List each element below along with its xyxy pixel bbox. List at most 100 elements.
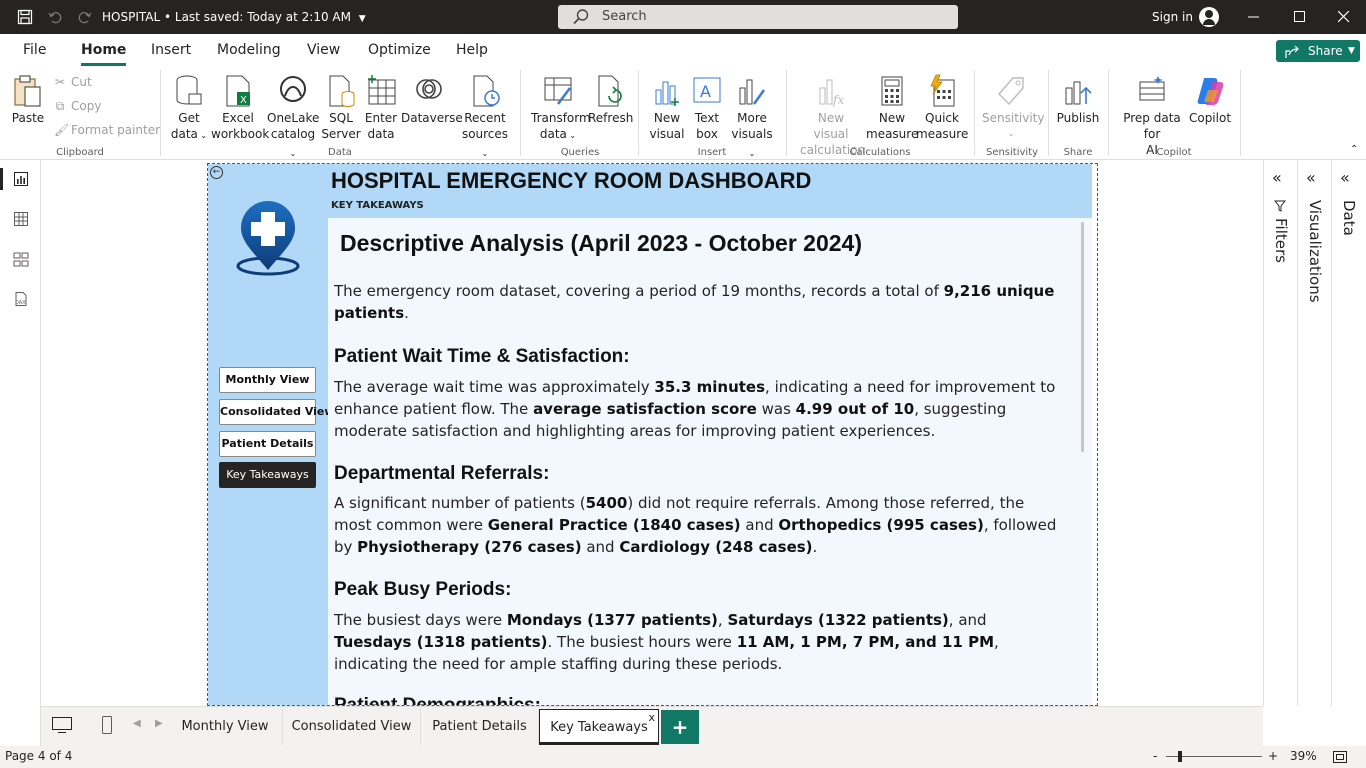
report-subtitle: KEY TAKEAWAYS	[331, 200, 424, 211]
table-view-icon[interactable]	[0, 202, 41, 236]
quick-measure-button[interactable]: Quick measure	[916, 74, 968, 142]
filters-pane[interactable]: « Filters	[1263, 160, 1297, 706]
copilot-label: Copilot	[1188, 111, 1232, 125]
report-view-icon[interactable]	[0, 162, 41, 196]
new-measure-button[interactable]: New measure	[866, 74, 918, 142]
visualizations-pane[interactable]: « Visualizations	[1297, 160, 1331, 706]
close-tab-icon[interactable]: x	[648, 700, 655, 736]
copilot-button[interactable]: Copilot	[1188, 74, 1232, 126]
zoom-in-icon[interactable]: +	[1268, 749, 1278, 763]
status-bar: Page 4 of 4 - + 39%	[0, 746, 1366, 768]
excel-workbook-button[interactable]: X Excel workbook	[211, 74, 269, 142]
tab-help[interactable]: Help	[456, 34, 488, 66]
group-share: Share	[1063, 147, 1093, 158]
recent-label: Recent	[464, 111, 506, 125]
page-tab-monthly-view[interactable]: Monthly View	[168, 709, 283, 745]
chevron-down-icon: ⌄	[566, 131, 577, 140]
tab-view[interactable]: View	[307, 34, 340, 66]
report-header: HOSPITAL EMERGENCY ROOM DASHBOARD KEY TA…	[328, 164, 1092, 218]
copilot-icon	[1194, 74, 1226, 108]
expand-chevron-icon[interactable]: «	[1306, 168, 1316, 187]
s1-bold-b: 35.3 minutes	[654, 378, 766, 396]
recent-sources-button[interactable]: Recent sources ⌄	[458, 74, 512, 162]
file-title[interactable]: HOSPITAL • Last saved: Today at 2:10 AM …	[102, 0, 366, 34]
get-data-button[interactable]: Get data ⌄	[167, 74, 211, 144]
textbox-scrollbar[interactable]	[1081, 222, 1084, 452]
maximize-icon[interactable]	[1277, 0, 1323, 34]
paintbrush-icon: 🖌	[54, 123, 70, 137]
data-pane[interactable]: « Data	[1331, 160, 1366, 706]
text-box-button[interactable]: A Text box	[689, 74, 725, 142]
paste-button[interactable]: Paste	[10, 74, 46, 126]
mobile-layout-icon[interactable]	[101, 715, 113, 738]
expand-chevron-icon[interactable]: «	[1272, 168, 1282, 187]
search-input[interactable]: Search	[558, 5, 958, 29]
key-takeaways-textbox[interactable]: Descriptive Analysis (April 2023 - Octob…	[328, 218, 1092, 705]
s3-text-e: , and	[948, 611, 987, 629]
avatar-icon[interactable]	[1199, 7, 1219, 27]
share-icon	[1285, 44, 1301, 66]
transform-data-button[interactable]: Transform data ⌄	[531, 74, 591, 144]
tab-optimize[interactable]: Optimize	[368, 34, 431, 66]
publish-button[interactable]: Publish	[1056, 74, 1100, 126]
sql-server-button[interactable]: SQL Server	[320, 74, 362, 142]
group-calculations: Calculations	[849, 147, 911, 158]
page-tab-consolidated-view[interactable]: Consolidated View	[283, 709, 421, 745]
close-icon[interactable]	[1321, 0, 1366, 34]
refresh-icon	[594, 74, 626, 108]
dataverse-icon	[413, 74, 445, 108]
refresh-label: Refresh	[588, 111, 634, 125]
dataverse-button[interactable]: Dataverse	[401, 74, 463, 126]
undo-icon[interactable]	[44, 0, 66, 34]
nav-monthly-view-button[interactable]: Monthly View	[219, 367, 316, 393]
save-icon[interactable]	[14, 0, 36, 34]
new-measure-label: New	[878, 111, 906, 125]
hospital-location-icon	[235, 200, 301, 279]
format-painter-button[interactable]: 🖌 Format painter	[54, 122, 160, 138]
sql-label-2: Server	[321, 127, 361, 141]
tab-modeling[interactable]: Modeling	[217, 34, 281, 66]
back-arrow-icon[interactable]: ←	[210, 166, 223, 179]
group-data: Data	[328, 147, 352, 158]
sql-server-icon	[325, 74, 357, 108]
nav-key-takeaways-button[interactable]: Key Takeaways	[219, 462, 316, 488]
dax-query-view-icon[interactable]: DAX	[0, 282, 41, 316]
add-page-button[interactable]: +	[661, 710, 699, 744]
minimize-icon[interactable]	[1231, 0, 1277, 34]
fit-to-page-icon[interactable]	[1332, 750, 1348, 767]
new-visual-button[interactable]: New visual	[648, 74, 686, 142]
nav-patient-details-button[interactable]: Patient Details	[219, 431, 316, 457]
sensitivity-button[interactable]: Sensitivity ⌄	[982, 74, 1044, 142]
model-view-icon[interactable]	[0, 242, 41, 276]
redo-icon[interactable]	[74, 0, 96, 34]
s2-bold-b: 5400	[585, 494, 628, 512]
ribbon-separator	[1108, 70, 1109, 156]
ribbon-separator	[1048, 70, 1049, 156]
zoom-out-icon[interactable]: -	[1153, 749, 1157, 763]
enter-data-button[interactable]: Enter data	[362, 74, 400, 142]
tab-insert[interactable]: Insert	[151, 34, 191, 66]
prep-data-for-ai-button[interactable]: Prep data for AI	[1114, 74, 1190, 158]
page-tab-patient-details[interactable]: Patient Details	[421, 709, 539, 745]
scroll-right-icon[interactable]: ▶	[155, 718, 163, 729]
page-tab-key-takeaways[interactable]: Key Takeaways x	[539, 709, 659, 745]
scroll-left-icon[interactable]: ◀	[133, 718, 141, 729]
sign-in-link[interactable]: Sign in	[1152, 0, 1193, 34]
cut-button[interactable]: ✂ Cut	[54, 74, 92, 90]
share-button[interactable]: Share ▼	[1276, 40, 1360, 62]
refresh-button[interactable]: Refresh	[588, 74, 634, 126]
expand-chevron-icon[interactable]: «	[1340, 168, 1350, 187]
copy-button[interactable]: ⧉ Copy	[54, 98, 102, 114]
chevron-down-icon[interactable]: ▼	[359, 14, 366, 24]
zoom-slider-thumb[interactable]	[1178, 751, 1182, 762]
s3-text-a: The busiest days were	[334, 611, 507, 629]
desktop-layout-icon[interactable]	[51, 716, 73, 737]
scissors-icon: ✂	[54, 75, 66, 89]
ribbon-separator	[786, 70, 787, 156]
tab-file[interactable]: File	[23, 34, 46, 66]
nav-consolidated-view-button[interactable]: Consolidated View	[219, 399, 335, 425]
tab-home[interactable]: Home	[81, 34, 127, 66]
paste-label: Paste	[11, 111, 45, 125]
get-data-label-2: data	[170, 127, 198, 141]
collapse-ribbon-icon[interactable]: ⌃	[1350, 144, 1358, 155]
